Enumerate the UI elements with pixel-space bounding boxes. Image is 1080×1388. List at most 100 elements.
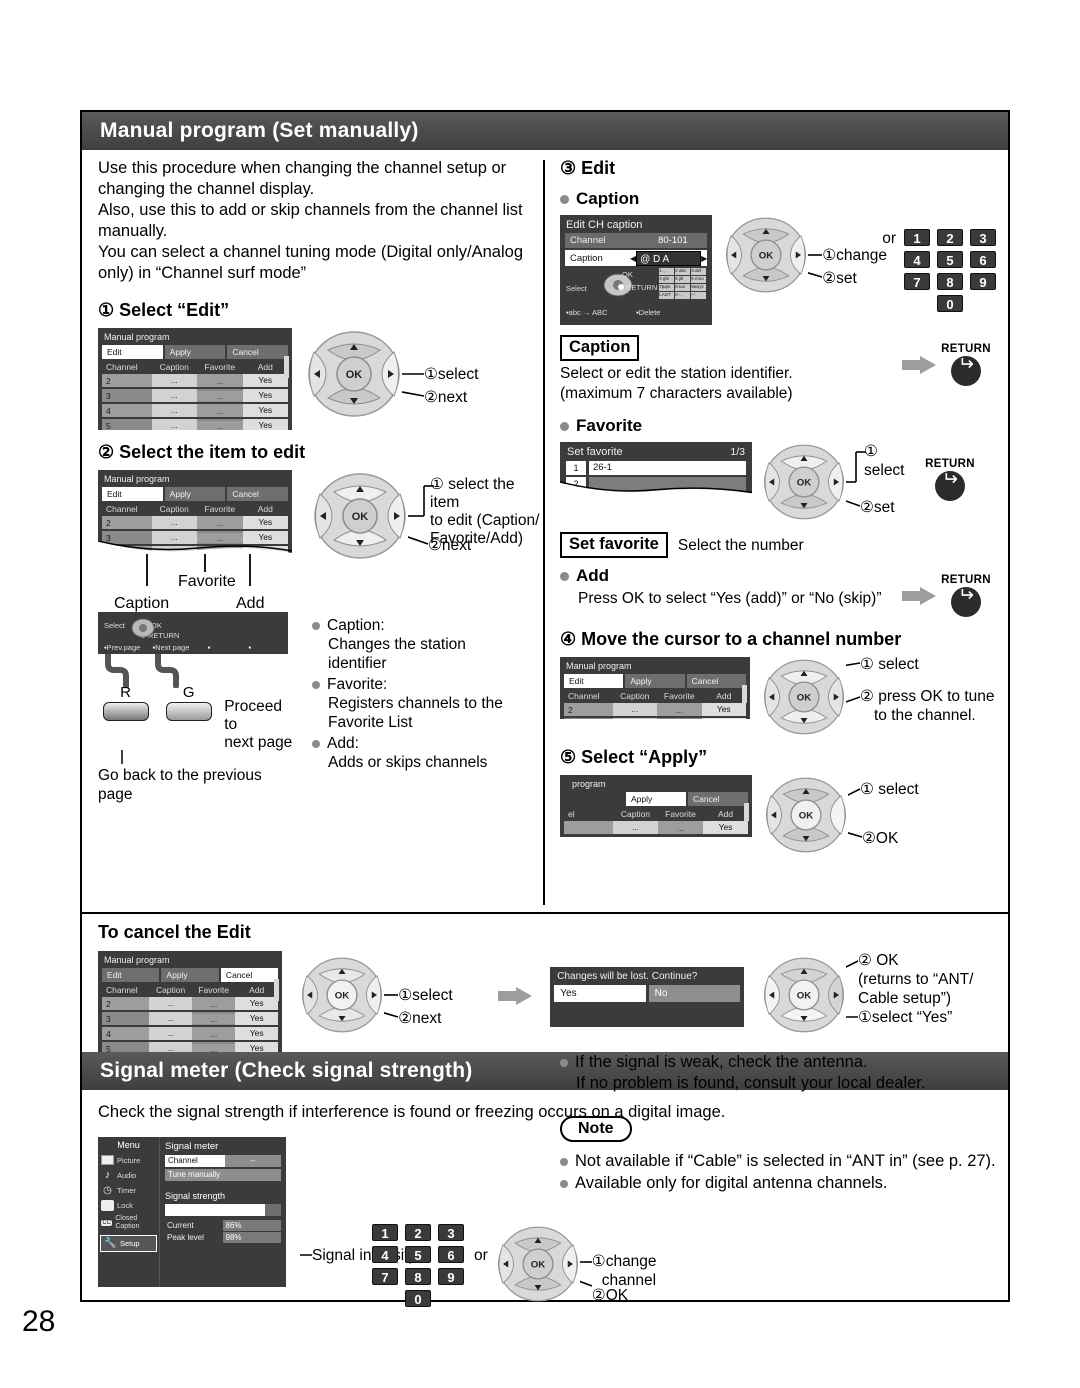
return-icon[interactable] [951, 587, 981, 617]
osd-row-caption[interactable]: Caption ◀ @ D A ▶ [565, 250, 707, 266]
osd-btn-cancel[interactable]: Cancel [686, 674, 746, 688]
key-1[interactable]: 1 [372, 1224, 398, 1241]
return-icon[interactable] [951, 356, 981, 386]
key-5[interactable]: 5 [937, 251, 963, 268]
favorite-row-1[interactable]: 1 26-1 [566, 461, 746, 475]
osd-btn-edit[interactable]: Edit [102, 968, 160, 982]
key-1[interactable]: 1 [904, 229, 930, 246]
table-row[interactable]: 2 ... ... Yes [102, 516, 288, 529]
key-3[interactable]: 3 [970, 229, 996, 246]
osd-btn-apply[interactable]: Apply [164, 487, 226, 501]
key-4[interactable]: 4 [904, 251, 930, 268]
menu-item-timer[interactable]: ◷ Timer [98, 1183, 159, 1198]
cell-favorite: ... [658, 822, 703, 833]
scrollbar[interactable] [742, 685, 747, 703]
key-8[interactable]: 8 [405, 1268, 431, 1285]
osd-btn-cancel[interactable]: Cancel [220, 968, 279, 982]
svg-text:OK: OK [797, 991, 811, 1002]
panel-tune-manually[interactable]: Tune manually [165, 1169, 281, 1181]
menu-item-lock[interactable]: Lock [98, 1198, 159, 1213]
key-6[interactable]: 6 [438, 1246, 464, 1263]
cell-add: Yes [242, 389, 288, 402]
numeric-keypad-signal[interactable]: 1 2 3 4 5 6 7 8 9 0 [372, 1224, 464, 1307]
arrow-right-icon[interactable]: ▶ [701, 254, 707, 263]
dpad-navigation-signal[interactable]: OK [496, 1224, 580, 1304]
leader-line-goback [121, 750, 123, 764]
key-4[interactable]: 4 [372, 1246, 398, 1263]
table-row[interactable]: 2 ... ... Yes [102, 997, 279, 1010]
menu-item-audio[interactable]: ♪ Audio [98, 1167, 159, 1183]
green-color-button[interactable] [165, 702, 212, 721]
osd-btn-apply[interactable]: Apply [161, 968, 219, 982]
bullet-dot-icon [312, 739, 320, 748]
signal-strength-bar [165, 1204, 281, 1216]
caption-term-box: Caption [560, 335, 640, 361]
osd-btn-apply[interactable]: Apply [625, 674, 685, 688]
osd-btn-edit[interactable]: Edit [564, 674, 624, 688]
desc-caption: Caption: Changes the station identifier [312, 616, 538, 673]
osd-btn-cancel[interactable]: Cancel [227, 487, 289, 501]
return-button-favorite[interactable]: RETURN [920, 458, 980, 501]
return-icon[interactable] [935, 471, 965, 501]
key-5[interactable]: 5 [405, 1246, 431, 1263]
osd-btn-apply[interactable]: Apply [164, 345, 226, 359]
table-row[interactable]: 2 ... ... Yes [102, 374, 288, 387]
dpad-navigation-step5[interactable]: OK [764, 775, 848, 855]
return-button-add[interactable]: RETURN [936, 574, 996, 617]
menu-label: Picture [117, 1155, 141, 1165]
numeric-keypad[interactable]: 1 2 3 4 5 6 7 8 9 0 [904, 229, 996, 312]
table-row[interactable]: 3 ... ... Yes [102, 389, 288, 402]
dpad-navigation-step3[interactable]: OK [724, 215, 808, 295]
green-button-letter: G [182, 684, 195, 701]
signal-tips-column: If the signal is weak, check the antenna… [560, 1052, 996, 1194]
dpad-navigation-cancel[interactable]: OK [300, 955, 384, 1035]
osd-btn-edit-cut[interactable] [564, 792, 624, 806]
table-row[interactable]: 2 ... ... Yes [564, 703, 746, 716]
key-7[interactable]: 7 [372, 1268, 398, 1285]
hint-ok: OK [622, 270, 633, 279]
key-3[interactable]: 3 [438, 1224, 464, 1241]
key-0[interactable]: 0 [937, 295, 963, 312]
key-0[interactable]: 0 [405, 1290, 431, 1307]
osd-btn-edit[interactable]: Edit [102, 487, 163, 501]
desc-caption-line1: Changes the station [328, 636, 466, 653]
osd-btn-cancel[interactable]: Cancel [227, 345, 289, 359]
table-row[interactable]: 3 ... ... Yes [564, 718, 746, 719]
return-button-caption[interactable]: RETURN [936, 343, 996, 386]
menu-item-closed-caption[interactable]: CC Closed Caption [98, 1213, 159, 1233]
scrollbar[interactable] [274, 979, 280, 1001]
dpad-navigation-step4[interactable]: OK [762, 657, 846, 737]
key-7[interactable]: 7 [904, 273, 930, 290]
key-9[interactable]: 9 [438, 1268, 464, 1285]
table-row[interactable]: 5 ... ... Yes [102, 419, 288, 430]
osd-btn-cancel[interactable]: Cancel [688, 792, 748, 806]
table-row[interactable]: ... ... Yes [564, 821, 748, 834]
dialog-no-button[interactable]: No [648, 985, 740, 1002]
osd-btn-edit[interactable]: Edit [102, 345, 163, 359]
dpad-navigation-confirm[interactable]: OK [762, 955, 846, 1035]
cell-add: Yes [235, 1027, 279, 1040]
red-color-button[interactable] [102, 702, 149, 721]
dpad-navigation-step1[interactable]: OK [306, 330, 402, 418]
key-2[interactable]: 2 [937, 229, 963, 246]
table-row[interactable]: 4 ... ... Yes [102, 404, 288, 417]
osd-btn-apply[interactable]: Apply [626, 792, 686, 806]
table-row[interactable]: 3 ... ... Yes [102, 1012, 279, 1025]
menu-item-picture[interactable]: Picture [98, 1153, 159, 1167]
key-8[interactable]: 8 [937, 273, 963, 290]
scrollbar[interactable] [284, 356, 289, 378]
osd-set-favorite-page: 1/3 [730, 446, 745, 458]
bullet-dot-icon [560, 1157, 568, 1166]
osd-cancel-edit: Manual program Edit Apply Cancel Channel… [98, 951, 283, 1053]
menu-item-setup[interactable]: 🔧 Setup [100, 1235, 157, 1252]
dialog-yes-button[interactable]: Yes [554, 985, 646, 1002]
dpad-navigation-favorite[interactable]: OK [762, 442, 846, 522]
key-2[interactable]: 2 [405, 1224, 431, 1241]
table-row[interactable]: 4 ... ... Yes [102, 1027, 279, 1040]
leader-lines-rg [105, 654, 179, 688]
key-9[interactable]: 9 [970, 273, 996, 290]
panel-channel-row[interactable]: Channel -- [165, 1155, 281, 1167]
key-6[interactable]: 6 [970, 251, 996, 268]
scrollbar[interactable] [744, 803, 749, 821]
dpad-navigation-step2[interactable]: OK [312, 472, 408, 560]
